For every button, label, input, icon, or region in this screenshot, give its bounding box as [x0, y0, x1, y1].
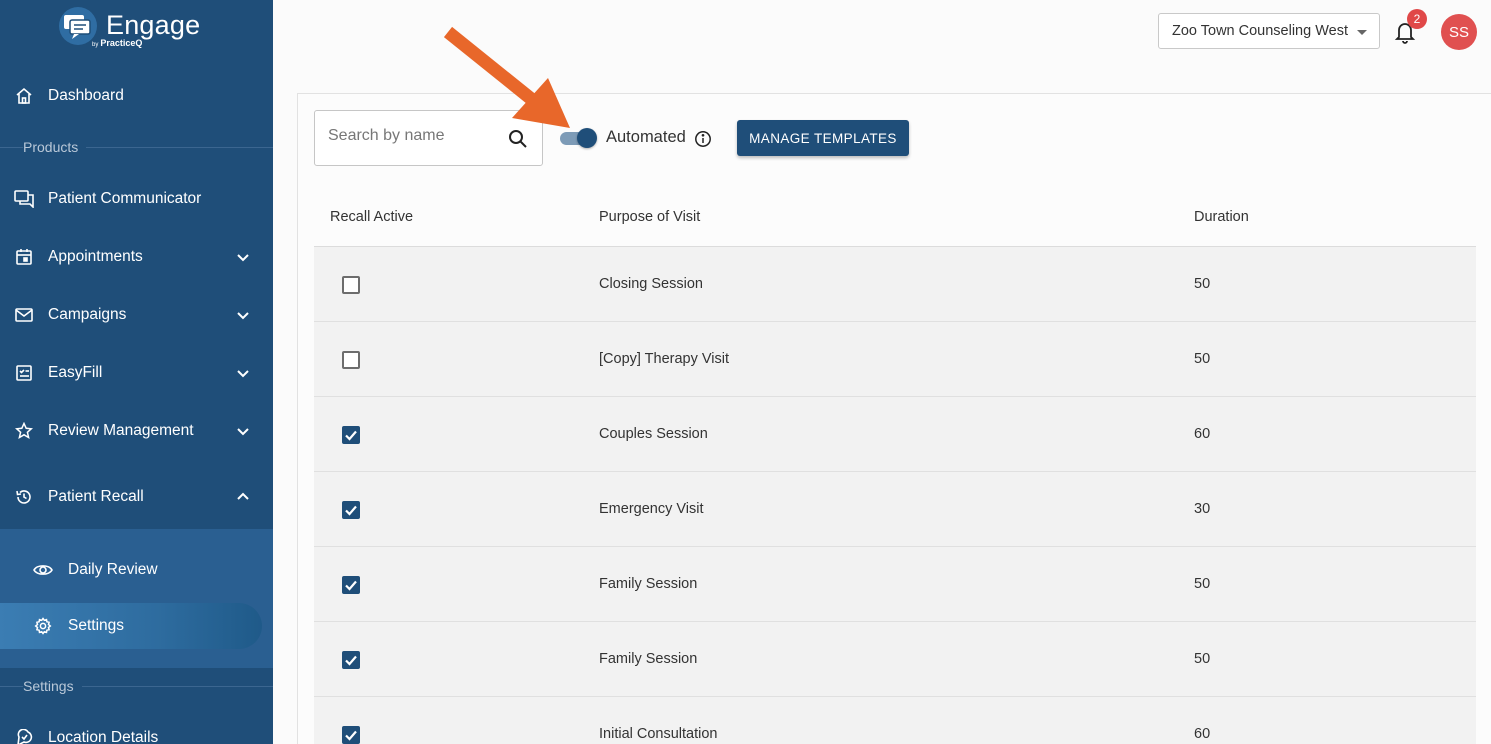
- sidebar-item-label: Settings: [68, 617, 125, 634]
- duration-cell: 50: [1194, 576, 1211, 592]
- sidebar-item-patient-recall[interactable]: Patient Recall: [0, 475, 273, 519]
- patient-recall-submenu: Daily Review Settings: [0, 529, 273, 668]
- sidebar-item-easyfill[interactable]: EasyFill: [0, 351, 273, 395]
- column-header-duration[interactable]: Duration: [1194, 209, 1249, 225]
- avatar[interactable]: SS: [1441, 14, 1477, 50]
- history-icon: [14, 487, 34, 507]
- sidebar-item-dashboard[interactable]: Dashboard: [0, 74, 273, 118]
- recall-active-checkbox[interactable]: [342, 651, 360, 669]
- table-row: Closing Session 50: [314, 247, 1476, 322]
- star-icon: [14, 421, 34, 441]
- section-label-settings: Settings: [23, 678, 82, 694]
- logo-text: Engage: [106, 10, 201, 40]
- sidebar-item-label: Dashboard: [48, 87, 124, 104]
- duration-cell: 50: [1194, 351, 1211, 367]
- calendar-icon: [14, 247, 34, 267]
- caret-down-icon: [1357, 30, 1367, 35]
- checkmark-icon: [345, 430, 357, 441]
- duration-cell: 30: [1194, 501, 1211, 517]
- gear-icon: [33, 616, 53, 636]
- sidebar-item-settings[interactable]: Settings: [0, 603, 262, 649]
- logo-brand: PracticeQ: [100, 38, 143, 48]
- sidebar-item-daily-review[interactable]: Daily Review: [0, 547, 273, 593]
- purpose-cell: Closing Session: [599, 276, 703, 292]
- table-row: Initial Consultation 60: [314, 697, 1476, 744]
- location-select-value: Zoo Town Counseling West: [1172, 23, 1348, 39]
- recall-active-checkbox[interactable]: [342, 576, 360, 594]
- info-icon[interactable]: [694, 130, 712, 148]
- home-icon: [14, 86, 34, 106]
- checkmark-icon: [345, 655, 357, 666]
- sidebar: Engage by PracticeQ Dashboard Products Pa…: [0, 0, 273, 744]
- notification-badge: 2: [1407, 9, 1427, 29]
- duration-cell: 50: [1194, 276, 1211, 292]
- checkmark-icon: [345, 580, 357, 591]
- pin-icon: [14, 728, 34, 744]
- sidebar-item-location-details[interactable]: Location Details: [0, 716, 273, 744]
- sidebar-item-label: Patient Communicator: [48, 190, 202, 207]
- recall-active-checkbox[interactable]: [342, 501, 360, 519]
- sidebar-item-campaigns[interactable]: Campaigns: [0, 293, 273, 337]
- checkmark-icon: [345, 505, 357, 516]
- sidebar-item-label: Patient Recall: [48, 488, 144, 505]
- sidebar-item-label: EasyFill: [48, 364, 103, 381]
- sidebar-item-patient-communicator[interactable]: Patient Communicator: [0, 177, 273, 221]
- purpose-cell: Emergency Visit: [599, 501, 704, 517]
- toggle-thumb: [577, 128, 597, 148]
- annotation-arrow: [443, 26, 570, 128]
- sidebar-item-label: Review Management: [48, 422, 194, 439]
- recall-active-checkbox[interactable]: [342, 726, 360, 744]
- recall-active-checkbox[interactable]: [342, 276, 360, 294]
- logo-subtitle: by PracticeQ: [92, 38, 142, 48]
- sidebar-item-review-management[interactable]: Review Management: [0, 409, 273, 453]
- table-row: [Copy] Therapy Visit 50: [314, 322, 1476, 397]
- mail-icon: [14, 305, 34, 325]
- sidebar-item-label: Location Details: [48, 729, 159, 744]
- sidebar-item-label: Campaigns: [48, 306, 127, 323]
- chevron-down-icon[interactable]: [235, 423, 251, 439]
- purpose-cell: Initial Consultation: [599, 726, 718, 742]
- checkmark-icon: [345, 730, 357, 741]
- eye-icon: [33, 560, 53, 580]
- table-row: Family Session 50: [314, 622, 1476, 697]
- duration-cell: 60: [1194, 426, 1211, 442]
- column-header-purpose[interactable]: Purpose of Visit: [599, 209, 700, 225]
- duration-cell: 50: [1194, 651, 1211, 667]
- chevron-down-icon[interactable]: [235, 365, 251, 381]
- duration-cell: 60: [1194, 726, 1211, 742]
- purpose-cell: Couples Session: [599, 426, 708, 442]
- chevron-down-icon[interactable]: [235, 249, 251, 265]
- purpose-cell: Family Session: [599, 651, 698, 667]
- logo-by: by: [92, 42, 99, 48]
- location-select[interactable]: Zoo Town Counseling West: [1158, 13, 1380, 49]
- chevron-up-icon[interactable]: [235, 489, 251, 505]
- engage-logo[interactable]: Engage: [56, 6, 200, 56]
- manage-templates-button[interactable]: MANAGE TEMPLATES: [737, 120, 909, 156]
- sidebar-item-label: Daily Review: [68, 561, 158, 578]
- sidebar-item-label: Appointments: [48, 248, 143, 265]
- purpose-cell: [Copy] Therapy Visit: [599, 351, 730, 367]
- sidebar-item-appointments[interactable]: Appointments: [0, 235, 273, 279]
- recall-active-checkbox[interactable]: [342, 351, 360, 369]
- column-header-recall-active[interactable]: Recall Active: [330, 209, 413, 225]
- form-icon: [14, 363, 34, 383]
- recall-active-checkbox[interactable]: [342, 426, 360, 444]
- table-row: Couples Session 60: [314, 397, 1476, 472]
- automated-label: Automated: [606, 128, 686, 146]
- chat-icon: [14, 189, 34, 209]
- table-row: Family Session 50: [314, 547, 1476, 622]
- table-row: Emergency Visit 30: [314, 472, 1476, 547]
- purpose-cell: Family Session: [599, 576, 698, 592]
- chevron-down-icon[interactable]: [235, 307, 251, 323]
- section-label-products: Products: [23, 139, 87, 155]
